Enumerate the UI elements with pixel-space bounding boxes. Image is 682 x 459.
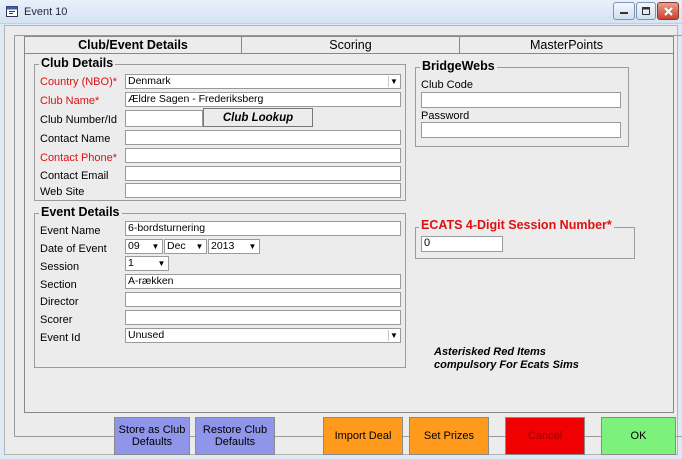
- set-prizes-label: Set Prizes: [423, 430, 475, 442]
- contact-name-label: Contact Name: [40, 133, 111, 145]
- ok-button[interactable]: OK: [601, 417, 676, 455]
- maximize-icon: [642, 7, 650, 15]
- minimize-button[interactable]: [613, 2, 635, 20]
- director-field[interactable]: [125, 292, 401, 307]
- scorer-label: Scorer: [40, 314, 73, 326]
- contact-phone-field[interactable]: [125, 148, 401, 163]
- app-icon: [6, 6, 18, 17]
- country-value: Denmark: [128, 75, 171, 87]
- tab-label: MasterPoints: [530, 38, 603, 52]
- ecats-title: ECATS 4-Digit Session Number*: [419, 218, 614, 232]
- tab-club-event-details[interactable]: Club/Event Details: [24, 36, 242, 53]
- session-select[interactable]: 1: [125, 256, 169, 271]
- section-field[interactable]: A-rækken: [125, 274, 401, 289]
- event-name-label: Event Name: [40, 225, 101, 237]
- password-field[interactable]: [421, 122, 621, 138]
- contact-phone-label: Contact Phone*: [40, 152, 118, 164]
- client-area: Club/Event Details Scoring MasterPoints …: [4, 25, 682, 455]
- web-site-label: Web Site: [40, 186, 85, 198]
- chevron-down-icon[interactable]: [388, 76, 399, 87]
- note-line-1: Asterisked Red Items: [434, 346, 546, 358]
- title-bar: Event 10: [0, 0, 682, 24]
- cancel-button[interactable]: Cancel: [505, 417, 585, 455]
- web-site-field[interactable]: [125, 183, 401, 198]
- date-year-select[interactable]: 2013: [208, 239, 260, 254]
- ok-label: OK: [630, 430, 647, 442]
- club-code-label: Club Code: [421, 79, 473, 91]
- chevron-down-icon[interactable]: [150, 241, 161, 252]
- chevron-down-icon[interactable]: [388, 330, 399, 341]
- date-day-select[interactable]: 09: [125, 239, 163, 254]
- contact-email-field[interactable]: [125, 166, 401, 181]
- ecats-session-value: 0: [424, 237, 431, 249]
- note-line-2: compulsory For Ecats Sims: [434, 359, 579, 371]
- date-month-select[interactable]: Dec: [164, 239, 207, 254]
- window-title: Event 10: [24, 6, 68, 18]
- event-id-label: Event Id: [40, 332, 81, 344]
- date-month-value: Dec: [167, 240, 186, 252]
- restore-defaults-label: Restore Club Defaults: [202, 424, 268, 448]
- bridgewebs-title: BridgeWebs: [420, 59, 497, 73]
- date-of-event-label: Date of Event: [40, 243, 107, 255]
- club-name-label: Club Name*: [40, 95, 100, 107]
- scorer-field[interactable]: [125, 310, 401, 325]
- import-deal-label: Import Deal: [334, 430, 392, 442]
- compulsory-note: Asterisked Red Items compulsory For Ecat…: [434, 346, 579, 372]
- tab-scoring[interactable]: Scoring: [242, 36, 460, 53]
- club-details-title: Club Details: [39, 56, 116, 70]
- club-name-field[interactable]: Ældre Sagen - Frederiksberg: [125, 92, 401, 107]
- country-select[interactable]: Denmark: [125, 74, 401, 89]
- set-prizes-button[interactable]: Set Prizes: [409, 417, 489, 455]
- session-label: Session: [40, 261, 80, 273]
- contact-name-field[interactable]: [125, 130, 401, 145]
- club-name-value: Ældre Sagen - Frederiksberg: [128, 93, 264, 105]
- maximize-button[interactable]: [636, 2, 656, 20]
- chevron-down-icon[interactable]: [156, 258, 167, 269]
- event-name-field[interactable]: 6-bordsturnering: [125, 221, 401, 236]
- minimize-icon: [620, 12, 628, 14]
- chevron-down-icon[interactable]: [194, 241, 205, 252]
- tab-masterpoints[interactable]: MasterPoints: [460, 36, 674, 53]
- chevron-down-icon[interactable]: [247, 241, 258, 252]
- ecats-session-field[interactable]: 0: [421, 236, 503, 252]
- club-code-field[interactable]: [421, 92, 621, 108]
- store-defaults-label: Store as Club Defaults: [118, 424, 186, 448]
- club-lookup-button[interactable]: Club Lookup: [203, 108, 313, 127]
- date-year-value: 2013: [211, 240, 235, 252]
- event-id-select[interactable]: Unused: [125, 328, 401, 343]
- tab-label: Scoring: [329, 38, 372, 52]
- club-number-label: Club Number/Id: [40, 114, 118, 126]
- section-label: Section: [40, 279, 77, 291]
- store-defaults-button[interactable]: Store as Club Defaults: [114, 417, 190, 455]
- restore-defaults-button[interactable]: Restore Club Defaults: [195, 417, 275, 455]
- club-lookup-label: Club Lookup: [222, 111, 294, 124]
- cancel-label: Cancel: [527, 430, 563, 442]
- close-button[interactable]: [657, 2, 679, 20]
- event-name-value: 6-bordsturnering: [128, 222, 206, 234]
- country-label: Country (NBO)*: [40, 76, 118, 88]
- password-label: Password: [421, 110, 470, 122]
- close-icon: [663, 6, 673, 16]
- section-value: A-rækken: [128, 275, 174, 287]
- session-value: 1: [128, 257, 134, 269]
- date-day-value: 09: [128, 240, 140, 252]
- contact-email-label: Contact Email: [40, 170, 109, 182]
- event-details-title: Event Details: [39, 205, 122, 219]
- tab-label: Club/Event Details: [78, 38, 188, 52]
- event-id-value: Unused: [128, 329, 165, 341]
- import-deal-button[interactable]: Import Deal: [323, 417, 403, 455]
- club-number-field[interactable]: [125, 110, 203, 127]
- director-label: Director: [40, 296, 79, 308]
